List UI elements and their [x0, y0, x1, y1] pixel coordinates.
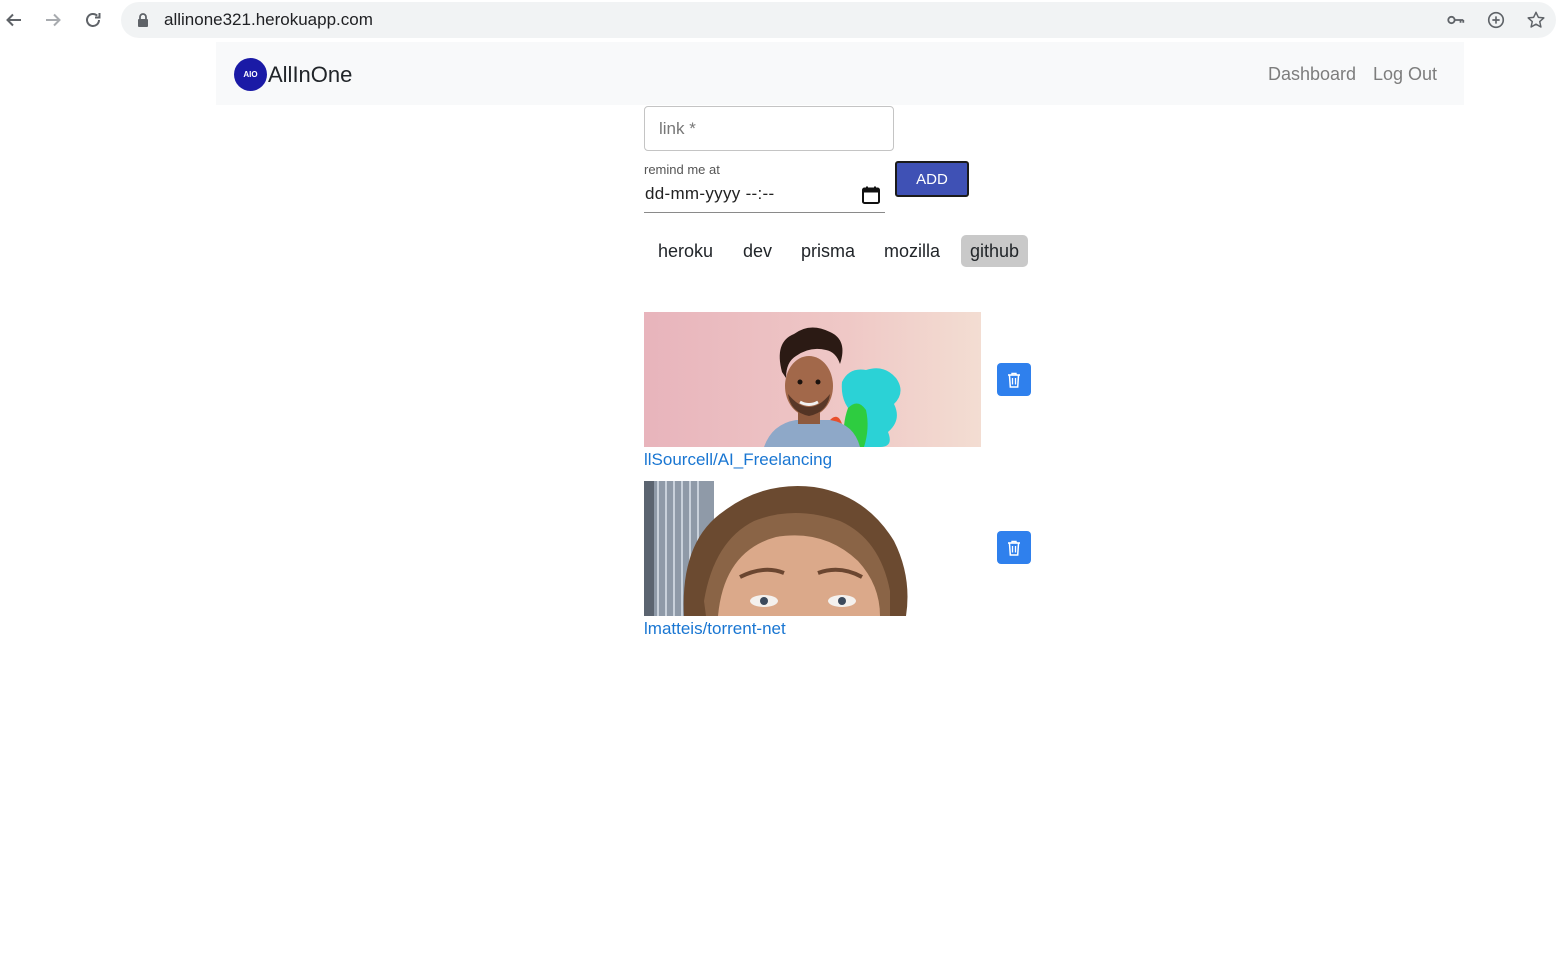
- trash-icon: [1008, 540, 1020, 556]
- item-avatar-image[interactable]: [644, 312, 981, 447]
- back-arrow-icon: [6, 13, 21, 27]
- brand-logo[interactable]: AIO: [234, 58, 267, 91]
- address-bar[interactable]: allinone321.herokuapp.com: [121, 2, 1556, 38]
- tag-prisma[interactable]: prisma: [792, 235, 864, 267]
- tag-github[interactable]: github: [961, 235, 1029, 267]
- tag-mozilla[interactable]: mozilla: [875, 235, 949, 267]
- delete-button[interactable]: [997, 531, 1031, 564]
- brand-name[interactable]: AllInOne: [268, 62, 352, 88]
- star-icon: [1527, 11, 1545, 28]
- url-text: allinone321.herokuapp.com: [164, 10, 373, 29]
- forward-arrow-icon: [46, 13, 61, 27]
- nav-link-dashboard[interactable]: Dashboard: [1268, 64, 1356, 85]
- forward-button[interactable]: [39, 6, 67, 34]
- link-input-placeholder: link *: [659, 119, 696, 138]
- add-circle-icon: [1487, 11, 1505, 29]
- browser-toolbar: allinone321.herokuapp.com: [0, 0, 1556, 40]
- install-app-button[interactable]: [1485, 9, 1507, 31]
- reload-button[interactable]: [79, 6, 107, 34]
- password-key-button[interactable]: [1445, 9, 1467, 31]
- remind-label: remind me at: [644, 162, 720, 177]
- nav-link-logout[interactable]: Log Out: [1373, 64, 1437, 85]
- avatar-photo-2: [644, 481, 914, 616]
- avatar-photo-1: [644, 312, 981, 447]
- item-link[interactable]: llSourcell/AI_Freelancing: [644, 450, 832, 470]
- lock-icon: [138, 13, 148, 27]
- item-avatar-image[interactable]: [644, 481, 914, 616]
- date-placeholder: dd-mm-yyyy --:--: [645, 184, 775, 203]
- add-button[interactable]: ADD: [895, 161, 969, 197]
- reload-icon: [86, 13, 101, 27]
- key-icon: [1447, 15, 1465, 25]
- back-button[interactable]: [0, 6, 28, 34]
- app-navbar: AIO AllInOne Dashboard Log Out: [216, 42, 1464, 105]
- bookmark-button[interactable]: [1525, 9, 1547, 31]
- remind-datetime-input[interactable]: dd-mm-yyyy --:--: [644, 180, 885, 213]
- link-input[interactable]: link *: [644, 106, 894, 151]
- item-link[interactable]: lmatteis/torrent-net: [644, 619, 786, 639]
- tag-heroku[interactable]: heroku: [649, 235, 722, 267]
- trash-icon: [1008, 372, 1020, 388]
- calendar-icon[interactable]: [861, 185, 881, 205]
- delete-button[interactable]: [997, 363, 1031, 396]
- tag-dev[interactable]: dev: [734, 235, 781, 267]
